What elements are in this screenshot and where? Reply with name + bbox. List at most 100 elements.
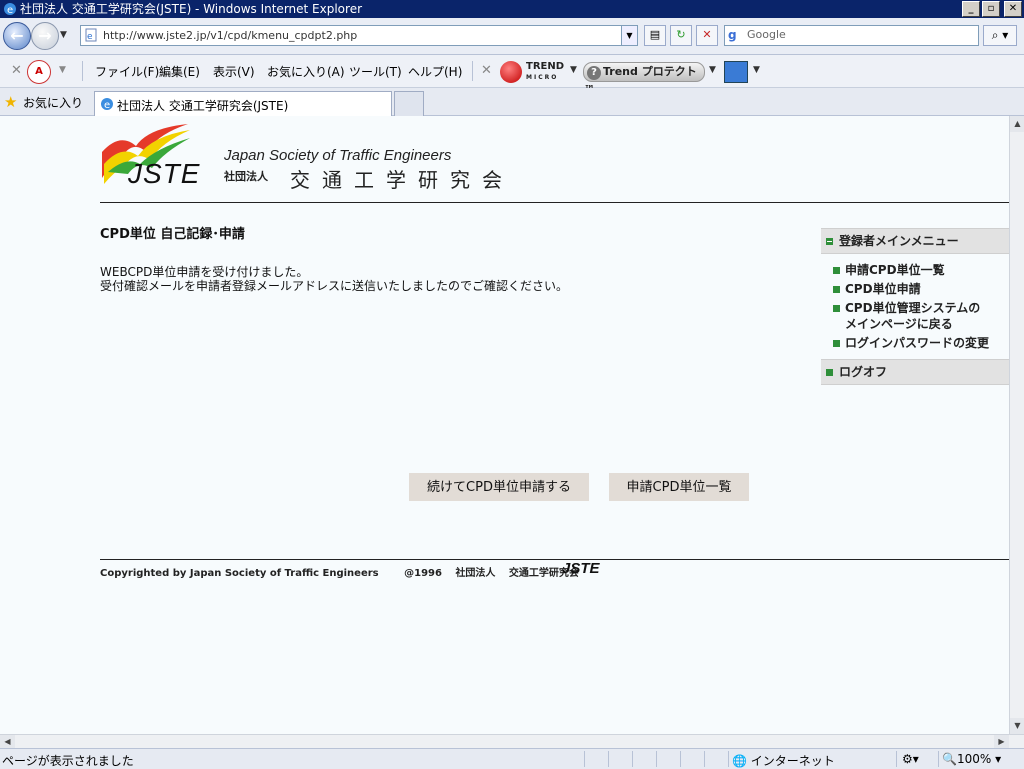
bullet-icon xyxy=(833,340,840,347)
refresh-icon[interactable]: ↻ xyxy=(670,25,692,46)
page-viewport: JSTE Japan Society of Traffic Engineers … xyxy=(0,116,1009,734)
menu-bar: ✕ A ▼ ファイル(F) 編集(E) 表示(V) お気に入り(A) ツール(T… xyxy=(0,55,1024,96)
back-button[interactable]: ← xyxy=(3,22,31,50)
url-field[interactable]: e http://www.jste2.jp/v1/cpd/kmenu_cpdpt… xyxy=(80,25,638,46)
copyright: Copyrighted by Japan Society of Traffic … xyxy=(100,568,379,579)
status-cell xyxy=(632,751,633,767)
status-cell xyxy=(608,751,609,767)
org-name-english: Japan Society of Traffic Engineers xyxy=(224,147,452,164)
menu-tools[interactable]: ツール(T) xyxy=(349,63,402,80)
zoom-icon: 🔍 xyxy=(942,752,957,766)
wifi-icon[interactable] xyxy=(724,61,748,83)
status-cell xyxy=(584,751,585,767)
status-text: ページが表示されました xyxy=(2,754,134,768)
footer-logo: JSTE xyxy=(562,560,600,577)
header-divider xyxy=(100,202,1009,203)
org-type-label: 社団法人 xyxy=(224,170,268,183)
footer-org-type: 社団法人 xyxy=(455,568,496,579)
close-trend-toolbar-icon[interactable]: ✕ xyxy=(481,63,492,78)
forward-button[interactable]: → xyxy=(31,22,59,50)
maximize-button[interactable]: ▫ xyxy=(982,1,1000,17)
svg-text:e: e xyxy=(7,5,13,16)
trend-protect-button[interactable]: ?Trend プロテクト™ xyxy=(583,62,705,96)
scroll-left-icon[interactable]: ◀ xyxy=(0,735,15,749)
star-icon[interactable]: ★ xyxy=(4,93,17,111)
svg-text:e: e xyxy=(87,32,93,42)
status-cell xyxy=(680,751,681,767)
favorites-button[interactable]: お気に入り xyxy=(23,94,83,111)
sidebar-item-cpd-list[interactable]: 申請CPD単位一覧 xyxy=(821,262,1009,278)
compatibility-icon[interactable]: ▤ xyxy=(644,25,666,46)
bullet-icon xyxy=(826,369,833,376)
window-title-bar: e 社団法人 交通工学研究会(JSTE) - Windows Internet … xyxy=(0,0,1024,18)
cpd-list-button[interactable]: 申請CPD単位一覧 xyxy=(609,473,749,501)
scroll-right-icon[interactable]: ▶ xyxy=(994,735,1009,749)
bullet-icon xyxy=(833,286,840,293)
continue-apply-button[interactable]: 続けてCPD単位申請する xyxy=(409,473,589,501)
horizontal-scrollbar[interactable]: ◀ ▶ xyxy=(0,734,1024,749)
close-button[interactable]: ✕ xyxy=(1004,1,1022,17)
url-text: http://www.jste2.jp/v1/cpd/kmenu_cpdpt2.… xyxy=(103,29,358,42)
sidebar-item-cpd-apply[interactable]: CPD単位申請 xyxy=(821,281,1009,297)
trend-micro-logo: TREND MICRO xyxy=(526,61,565,81)
status-bar: ページが表示されました 🌐 インターネット ⚙▾ 🔍100% ▾ xyxy=(0,748,1024,769)
menu-view[interactable]: 表示(V) xyxy=(213,63,255,80)
org-name-japanese: 交通工学研究会 xyxy=(290,168,514,192)
confirmation-detail: 受付確認メールを申請者登録メールアドレスに送信いたしましたのでご確認ください。 xyxy=(100,279,569,293)
history-dropdown-icon[interactable]: ▼ xyxy=(60,30,67,40)
favorites-bar: ★ お気に入り e 社団法人 交通工学研究会(JSTE) xyxy=(0,88,1024,116)
collapse-icon xyxy=(826,238,833,245)
logoff-link[interactable]: ログオフ xyxy=(821,359,1009,385)
minimize-button[interactable]: _ xyxy=(962,1,980,17)
status-cell xyxy=(728,751,729,767)
search-placeholder: Google xyxy=(747,28,786,41)
new-tab-button[interactable] xyxy=(394,91,424,116)
sidebar-item-main-page[interactable]: CPD単位管理システムの メインページに戻る xyxy=(821,300,1009,332)
menu-help[interactable]: ヘルプ(H) xyxy=(408,63,462,80)
tab-active[interactable]: e 社団法人 交通工学研究会(JSTE) xyxy=(94,91,392,116)
svg-text:e: e xyxy=(104,100,110,111)
wifi-dropdown-icon[interactable]: ▼ xyxy=(753,65,760,75)
scroll-down-icon[interactable]: ▼ xyxy=(1010,718,1024,734)
menu-edit[interactable]: 編集(E) xyxy=(159,63,200,80)
scroll-up-icon[interactable]: ▲ xyxy=(1010,116,1024,132)
close-toolbar-icon[interactable]: ✕ xyxy=(11,63,22,78)
status-cell xyxy=(938,751,939,767)
trend-protect-dropdown-icon[interactable]: ▼ xyxy=(709,65,716,75)
copyright-year: @1996 xyxy=(404,568,442,579)
google-icon: g xyxy=(728,28,737,42)
footer-text: Copyrighted by Japan Society of Traffic … xyxy=(100,564,579,579)
globe-icon: 🌐 xyxy=(732,754,747,768)
tab-title: 社団法人 交通工学研究会(JSTE) xyxy=(117,99,289,113)
menu-heading[interactable]: 登録者メインメニュー xyxy=(821,228,1009,254)
status-cell xyxy=(656,751,657,767)
security-zone[interactable]: 🌐 インターネット xyxy=(732,752,835,769)
status-cell xyxy=(896,751,897,767)
address-bar: ← → ▼ e http://www.jste2.jp/v1/cpd/kmenu… xyxy=(0,18,1024,55)
ie-icon: e xyxy=(4,3,16,16)
ie-page-icon: e xyxy=(101,98,113,111)
jste-logo: JSTE xyxy=(128,158,201,189)
search-icon[interactable]: ⌕ ▾ xyxy=(983,25,1017,46)
search-input[interactable]: g Google xyxy=(724,25,979,46)
zoom-level[interactable]: 🔍100% ▾ xyxy=(942,752,1001,766)
menu-file[interactable]: ファイル(F) xyxy=(95,63,159,80)
pdf-icon[interactable]: A xyxy=(27,60,51,84)
separator xyxy=(82,61,83,81)
window-title: 社団法人 交通工学研究会(JSTE) - Windows Internet Ex… xyxy=(20,2,363,16)
trend-dropdown-icon[interactable]: ▼ xyxy=(570,65,577,75)
page-icon: e xyxy=(85,28,97,42)
trend-micro-icon[interactable] xyxy=(500,61,522,83)
url-dropdown-icon[interactable]: ▼ xyxy=(621,26,637,45)
bullet-icon xyxy=(833,267,840,274)
bullet-icon xyxy=(833,305,840,312)
help-icon: ? xyxy=(587,66,601,80)
menu-favorites[interactable]: お気に入り(A) xyxy=(267,63,345,80)
protected-mode-icon[interactable]: ⚙▾ xyxy=(902,752,919,766)
sidebar-item-change-password[interactable]: ログインパスワードの変更 xyxy=(821,335,1009,351)
status-cell xyxy=(704,751,705,767)
stop-icon[interactable]: ✕ xyxy=(696,25,718,46)
vertical-scrollbar[interactable]: ▲ ▼ xyxy=(1009,116,1024,734)
footer-divider xyxy=(100,559,1009,560)
pdf-dropdown-icon[interactable]: ▼ xyxy=(59,65,66,75)
